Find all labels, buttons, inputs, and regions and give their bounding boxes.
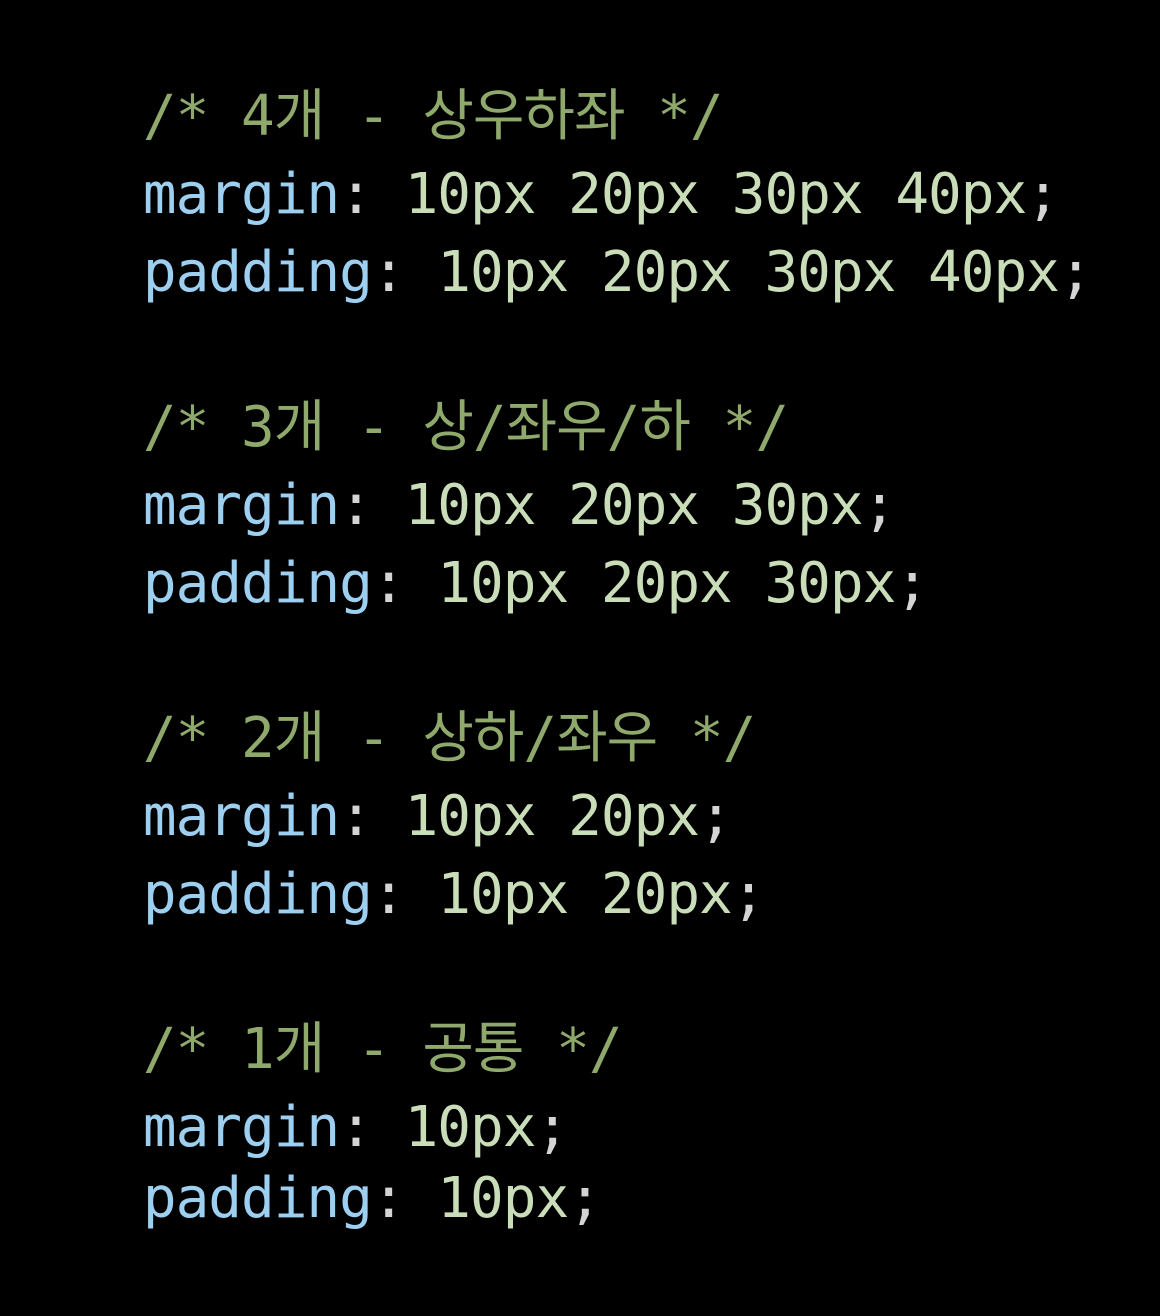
semicolon: ; — [568, 1166, 602, 1231]
code-line-padding-4: padding: 10px 20px 30px 40px; — [12, 156, 1093, 305]
property-value: 10px 20px — [404, 862, 732, 927]
colon: : — [371, 862, 406, 927]
code-editor[interactable]: /* 4개 - 상우하좌 */ margin: 10px 20px 30px 4… — [12, 0, 1160, 1231]
property-value: 10px 20px 30px 40px — [404, 240, 1060, 305]
comment-line-1-value: /* 1개 - 공통 */ — [12, 933, 623, 1082]
code-line-padding-1: padding: 10px; — [12, 1082, 602, 1231]
code-line-padding-3: padding: 10px 20px 30px; — [12, 467, 929, 616]
comment-line-4-values: /* 4개 - 상우하좌 */ — [12, 0, 724, 149]
semicolon: ; — [895, 551, 929, 616]
colon: : — [371, 551, 406, 616]
colon: : — [371, 240, 406, 305]
comment-line-2-values: /* 2개 - 상하/좌우 */ — [12, 622, 756, 771]
code-line-padding-2: padding: 10px 20px; — [12, 778, 766, 927]
property-value: 10px — [404, 1166, 569, 1231]
property-name: padding — [142, 862, 373, 927]
colon: : — [371, 1166, 406, 1231]
code-line-margin-1: margin: 10px; — [12, 1011, 569, 1160]
code-line-margin-2: margin: 10px 20px; — [12, 700, 733, 849]
semicolon: ; — [731, 862, 766, 927]
code-line-margin-4: margin: 10px 20px 30px 40px; — [12, 78, 1060, 227]
comment-line-3-values: /* 3개 - 상/좌우/하 */ — [12, 311, 789, 460]
property-name: padding — [142, 551, 373, 616]
property-value: 10px 20px 30px — [404, 551, 896, 616]
semicolon: ; — [1058, 240, 1093, 305]
property-name: padding — [142, 1166, 373, 1231]
code-line-margin-3: margin: 10px 20px 30px; — [12, 389, 896, 538]
property-name: padding — [142, 240, 373, 305]
